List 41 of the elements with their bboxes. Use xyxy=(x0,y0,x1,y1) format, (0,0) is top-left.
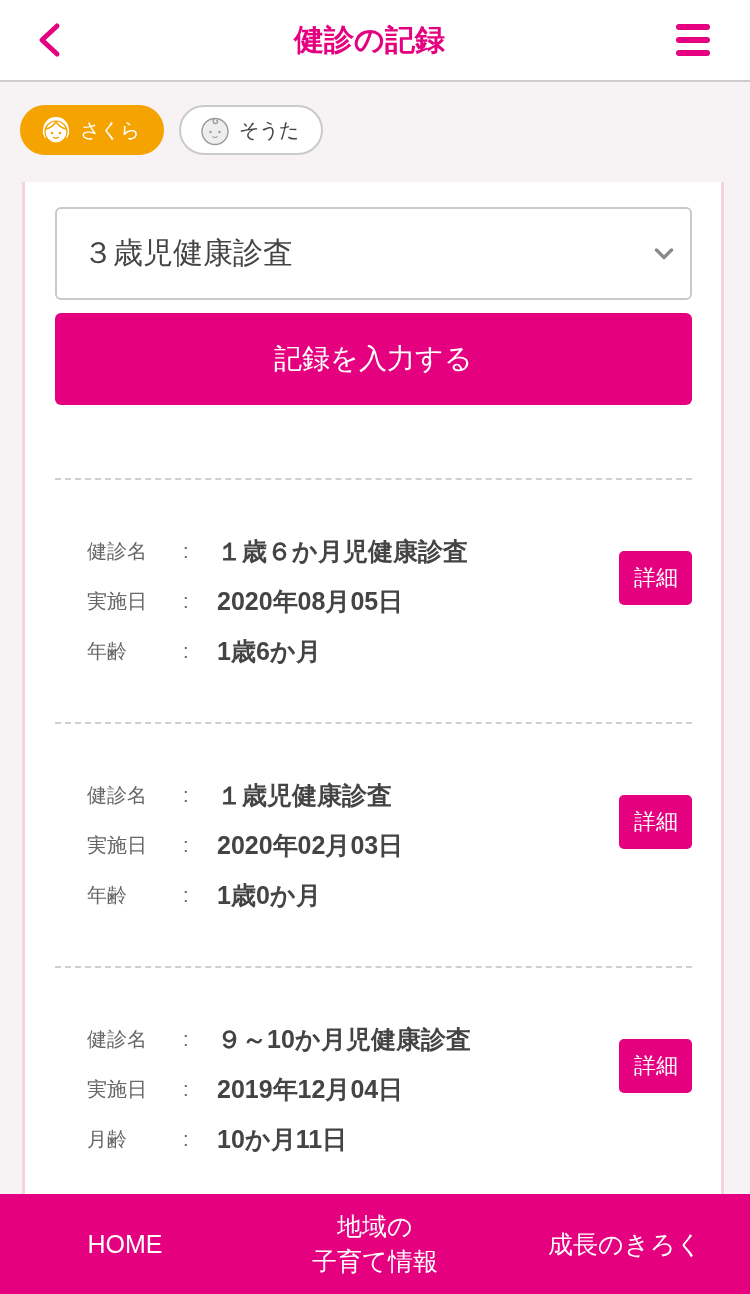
nav-item[interactable]: 成長のきろく xyxy=(548,1226,702,1262)
field-separator: : xyxy=(183,1077,190,1101)
field-label: 年齢 xyxy=(87,882,128,908)
field-value: １歳６か月児健康診査 xyxy=(217,535,468,567)
field-label: 健診名 xyxy=(87,538,148,564)
field-value: 2020年02月03日 xyxy=(217,829,404,861)
nav-item[interactable]: 地域の 子育て情報 xyxy=(312,1209,438,1279)
girl-face-icon xyxy=(40,114,72,146)
exam-select-value: ３歳児健康診査 xyxy=(83,235,293,271)
field-value: ９～10か月児健康診査 xyxy=(217,1023,471,1055)
field-value: 1歳6か月 xyxy=(217,635,321,667)
child-tab[interactable]: そうた xyxy=(179,105,323,155)
field-separator: : xyxy=(183,639,190,663)
detail-button[interactable]: 詳細 xyxy=(619,1039,692,1093)
field-separator: : xyxy=(183,1027,190,1051)
detail-button[interactable]: 詳細 xyxy=(619,551,692,605)
chevron-down-icon xyxy=(654,246,674,261)
input-record-button[interactable]: 記録を入力する xyxy=(55,313,692,405)
field-separator: : xyxy=(183,1127,190,1151)
field-label: 実施日 xyxy=(87,1076,148,1102)
field-separator: : xyxy=(183,783,190,807)
field-value: 2020年08月05日 xyxy=(217,585,404,617)
field-value: 2019年12月04日 xyxy=(217,1073,404,1105)
menu-icon[interactable] xyxy=(676,24,710,56)
field-label: 実施日 xyxy=(87,832,148,858)
field-separator: : xyxy=(183,539,190,563)
field-value: 10か月11日 xyxy=(217,1123,348,1155)
nav-item[interactable]: HOME xyxy=(87,1226,163,1262)
exam-select[interactable]: ３歳児健康診査 xyxy=(55,207,692,300)
field-value: 1歳0か月 xyxy=(217,879,321,911)
field-label: 実施日 xyxy=(87,588,148,614)
field-label: 健診名 xyxy=(87,782,148,808)
field-label: 健診名 xyxy=(87,1026,148,1052)
field-label: 年齢 xyxy=(87,638,128,664)
detail-button[interactable]: 詳細 xyxy=(619,795,692,849)
field-value: １歳児健康診査 xyxy=(217,779,392,811)
field-separator: : xyxy=(183,589,190,613)
page-title: 健診の記録 xyxy=(293,21,445,58)
field-separator: : xyxy=(183,883,190,907)
field-label: 月齢 xyxy=(87,1126,128,1152)
field-separator: : xyxy=(183,833,190,857)
